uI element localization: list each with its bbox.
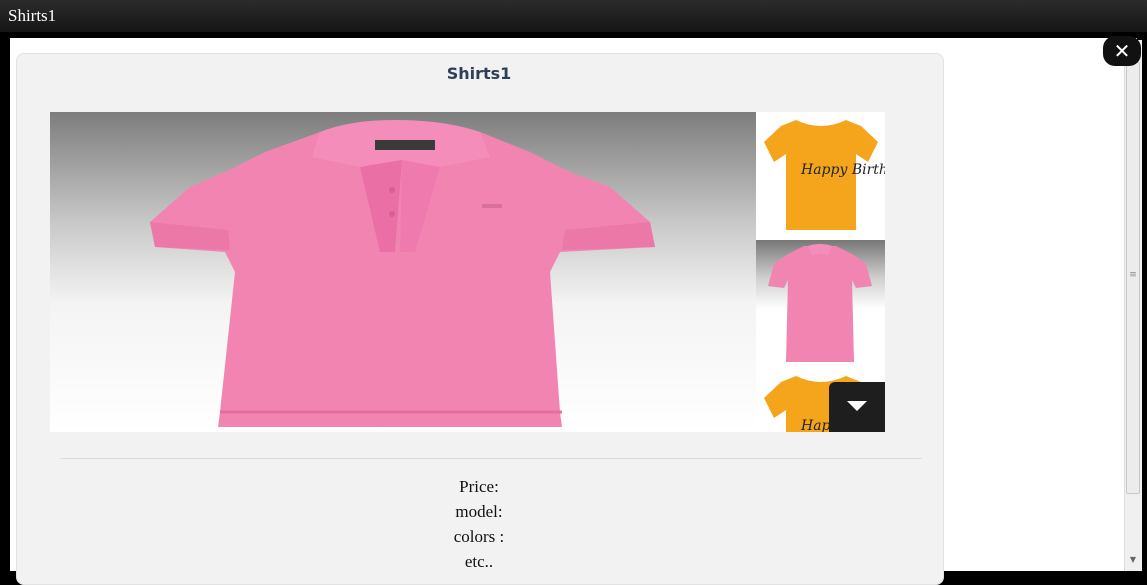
grip-icon: ≡ xyxy=(1129,270,1137,280)
caret-down-icon xyxy=(847,401,867,411)
thumbnail-pink-polo[interactable] xyxy=(756,240,885,366)
product-info: Price: model: colors : etc.. xyxy=(16,474,942,574)
window-title: Shirts1 xyxy=(8,6,57,25)
window-titlebar: Shirts1 xyxy=(0,0,1147,32)
close-button[interactable]: ✕ xyxy=(1103,36,1141,66)
price-label: Price: xyxy=(459,477,499,496)
product-title: Shirts1 xyxy=(446,64,512,83)
thumbnail-yellow-tshirt[interactable]: Happy Birthday xyxy=(756,112,885,238)
svg-text:Happy Birthday: Happy Birthday xyxy=(800,162,885,178)
scroll-down-arrow-icon[interactable]: ▼ xyxy=(1126,555,1140,569)
main-product-image xyxy=(50,112,756,432)
etc-label: etc.. xyxy=(464,552,494,571)
pink-polo-illustration xyxy=(150,120,655,427)
scroll-down-button[interactable] xyxy=(829,382,885,432)
divider xyxy=(60,458,922,459)
model-label: model: xyxy=(455,502,503,521)
colors-label: colors : xyxy=(453,527,505,546)
